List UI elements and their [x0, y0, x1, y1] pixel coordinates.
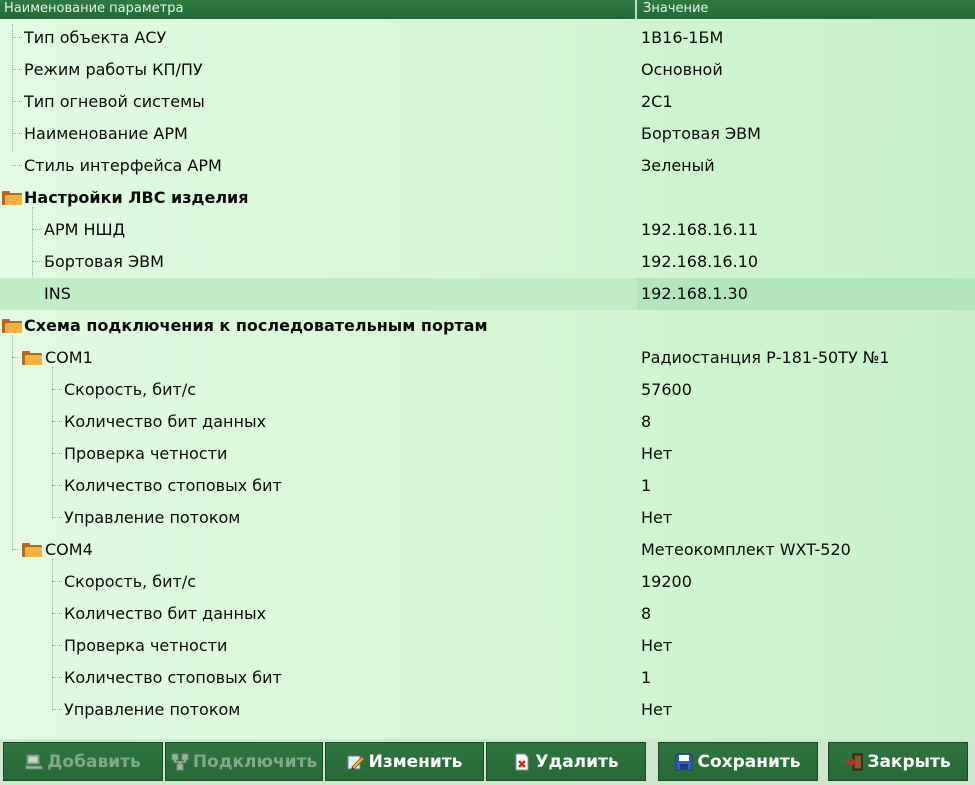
close-button[interactable]: Закрыть	[828, 742, 968, 781]
edit-button[interactable]: Изменить	[325, 742, 484, 781]
tree-row-ins[interactable]: INS 192.168.1.30	[0, 278, 975, 310]
delete-button-label: Удалить	[535, 751, 619, 772]
tree-row-object-type[interactable]: Тип объекта АСУ 1В16-1БМ	[0, 22, 975, 54]
network-icon	[171, 753, 189, 771]
tree-row-com1-stop-bits[interactable]: Количество стоповых бит 1	[0, 470, 975, 502]
folder-icon	[22, 351, 42, 365]
row-label: Количество стоповых бит	[64, 668, 282, 687]
edit-button-label: Изменить	[368, 751, 463, 772]
row-label: Управление потоком	[64, 700, 241, 719]
row-label: Количество бит данных	[64, 604, 267, 623]
row-label: Проверка четности	[64, 444, 228, 463]
row-label: INS	[44, 284, 71, 303]
row-value: 2С1	[641, 92, 673, 111]
row-value: Зеленый	[641, 156, 715, 175]
folder-icon	[2, 191, 22, 205]
row-label: Наименование АРМ	[24, 124, 188, 143]
row-label: Тип огневой системы	[24, 92, 205, 111]
row-value: Нет	[641, 444, 673, 463]
button-bar: Добавить Подключить Изменить Удалить Сох…	[0, 739, 975, 785]
row-label: Тип объекта АСУ	[24, 28, 167, 47]
row-label: Стиль интерфейса АРМ	[24, 156, 222, 175]
folder-icon	[2, 319, 22, 333]
row-value: 192.168.16.11	[641, 220, 759, 239]
column-header-value[interactable]: Значение	[639, 0, 975, 19]
row-value: Нет	[641, 700, 673, 719]
add-button[interactable]: Добавить	[3, 742, 163, 781]
row-label: Схема подключения к последовательным пор…	[24, 316, 488, 335]
row-value: 8	[641, 604, 652, 623]
save-button-label: Сохранить	[697, 751, 801, 772]
row-value: 192.168.1.30	[637, 278, 975, 310]
row-label: Режим работы КП/ПУ	[24, 60, 203, 79]
tree-group-com1[interactable]: COM1 Радиостанция Р-181-50ТУ №1	[0, 342, 975, 374]
row-label: Скорость, бит/с	[64, 572, 197, 591]
tree-row-interface-style[interactable]: Стиль интерфейса АРМ Зеленый	[0, 150, 975, 182]
row-value: 1В16-1БМ	[641, 28, 724, 47]
row-value: 1	[641, 476, 652, 495]
row-value: 192.168.16.10	[641, 252, 759, 271]
folder-icon	[22, 543, 42, 557]
row-label: Проверка четности	[64, 636, 228, 655]
tree-row-com4-flow-control[interactable]: Управление потоком Нет	[0, 694, 975, 726]
tree-row-fire-system[interactable]: Тип огневой системы 2С1	[0, 86, 975, 118]
tree-row-work-mode[interactable]: Режим работы КП/ПУ Основной	[0, 54, 975, 86]
tree-row-com1-parity[interactable]: Проверка четности Нет	[0, 438, 975, 470]
row-value: Нет	[641, 508, 673, 527]
row-label: Количество бит данных	[64, 412, 267, 431]
computer-icon	[25, 753, 43, 771]
column-header-name[interactable]: Наименование параметра	[0, 0, 637, 19]
row-value: 8	[641, 412, 652, 431]
pencil-icon	[347, 753, 365, 771]
floppy-icon	[675, 753, 693, 771]
row-value: Бортовая ЭВМ	[641, 124, 761, 143]
row-value: Нет	[641, 636, 673, 655]
connect-button[interactable]: Подключить	[165, 742, 323, 781]
tree-row-com4-stop-bits[interactable]: Количество стоповых бит 1	[0, 662, 975, 694]
tree-row-arm-nshd[interactable]: АРМ НШД 192.168.16.11	[0, 214, 975, 246]
close-button-label: Закрыть	[867, 751, 951, 772]
add-button-label: Добавить	[47, 751, 141, 772]
tree-row-com4-parity[interactable]: Проверка четности Нет	[0, 630, 975, 662]
row-label: Скорость, бит/с	[64, 380, 197, 399]
tree-row-com4-speed[interactable]: Скорость, бит/с 19200	[0, 566, 975, 598]
tree-group-serial-ports[interactable]: Схема подключения к последовательным пор…	[0, 310, 975, 342]
exit-door-icon	[845, 753, 863, 771]
delete-doc-icon	[513, 753, 531, 771]
connect-button-label: Подключить	[192, 751, 318, 772]
tree-row-com1-data-bits[interactable]: Количество бит данных 8	[0, 406, 975, 438]
row-label: COM1	[45, 348, 93, 367]
row-label: Бортовая ЭВМ	[44, 252, 164, 271]
row-label: COM4	[45, 540, 93, 559]
row-label: АРМ НШД	[44, 220, 126, 239]
row-value: 19200	[641, 572, 692, 591]
tree-row-onboard-computer[interactable]: Бортовая ЭВМ 192.168.16.10	[0, 246, 975, 278]
tree-group-com4[interactable]: COM4 Метеокомплект WXT-520	[0, 534, 975, 566]
tree-row-com1-speed[interactable]: Скорость, бит/с 57600	[0, 374, 975, 406]
row-value: 1	[641, 668, 652, 687]
tree-row-com1-flow-control[interactable]: Управление потоком Нет	[0, 502, 975, 534]
delete-button[interactable]: Удалить	[486, 742, 646, 781]
parameters-tree[interactable]: Тип объекта АСУ 1В16-1БМ Режим работы КП…	[0, 19, 975, 739]
row-value: Радиостанция Р-181-50ТУ №1	[641, 348, 890, 367]
row-value: Основной	[641, 60, 723, 79]
row-label: Настройки ЛВС изделия	[24, 188, 249, 207]
save-button[interactable]: Сохранить	[658, 742, 818, 781]
tree-group-lan[interactable]: Настройки ЛВС изделия	[0, 182, 975, 214]
tree-row-com4-data-bits[interactable]: Количество бит данных 8	[0, 598, 975, 630]
row-label: Управление потоком	[64, 508, 241, 527]
row-value: Метеокомплект WXT-520	[641, 540, 851, 559]
tree-row-arm-name[interactable]: Наименование АРМ Бортовая ЭВМ	[0, 118, 975, 150]
table-header: Наименование параметра Значение	[0, 0, 975, 19]
row-value: 57600	[641, 380, 692, 399]
row-label: Количество стоповых бит	[64, 476, 282, 495]
